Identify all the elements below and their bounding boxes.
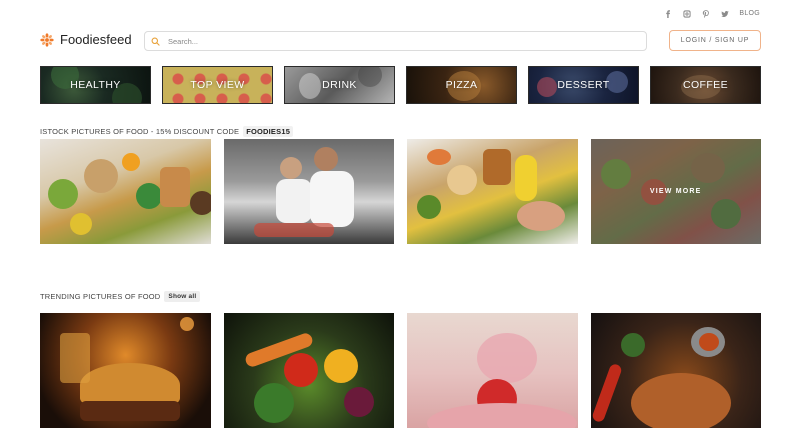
view-more-label[interactable]: VIEW MORE <box>591 139 762 244</box>
login-signup-button[interactable]: LOGIN / SIGN UP <box>669 30 761 51</box>
trending-photo-vegetables[interactable] <box>223 313 394 428</box>
istock-section-heading: ISTOCK PICTURES OF FOOD - 15% DISCOUNT C… <box>40 126 294 137</box>
site-logo[interactable]: Foodiesfeed <box>40 32 132 47</box>
pinterest-icon[interactable] <box>701 9 710 18</box>
trending-title: TRENDING PICTURES OF FOOD <box>40 292 161 301</box>
search-input[interactable] <box>168 36 628 46</box>
blog-link[interactable]: BLOG <box>739 10 760 17</box>
social-links: BLOG <box>663 9 760 18</box>
trending-photo-strawberry-splash[interactable] <box>407 313 578 428</box>
show-all-button[interactable]: Show all <box>164 291 201 302</box>
trending-section-heading: TRENDING PICTURES OF FOOD Show all <box>40 291 201 302</box>
logo-flower-icon <box>40 32 54 47</box>
trending-photo-burger[interactable] <box>40 313 211 428</box>
istock-grid: VIEW MORE <box>40 139 761 244</box>
istock-view-more-tile[interactable]: VIEW MORE <box>590 139 762 244</box>
category-coffee[interactable]: COFFEE <box>650 66 761 104</box>
istock-title: ISTOCK PICTURES OF FOOD - 15% DISCOUNT C… <box>40 127 240 136</box>
istock-photo-protein-spread[interactable] <box>407 139 578 244</box>
category-label: DRINK <box>322 79 357 91</box>
category-healthy[interactable]: HEALTHY <box>40 66 151 104</box>
logo-text: Foodiesfeed <box>60 32 132 47</box>
category-label: DESSERT <box>557 79 610 91</box>
category-top-view[interactable]: TOP VIEW <box>162 66 273 104</box>
istock-photo-chefs-kitchen[interactable] <box>223 139 394 244</box>
facebook-icon[interactable] <box>663 9 672 18</box>
category-pizza[interactable]: PIZZA <box>406 66 517 104</box>
category-dessert[interactable]: DESSERT <box>528 66 639 104</box>
category-label: COFFEE <box>683 79 728 91</box>
category-drink[interactable]: DRINK <box>284 66 395 104</box>
istock-photo-healthy-spread[interactable] <box>40 139 211 244</box>
instagram-icon[interactable] <box>682 9 691 18</box>
search-icon <box>151 37 160 46</box>
trending-grid <box>40 313 761 428</box>
category-bar: HEALTHY TOP VIEW DRINK PIZZA DESSERT COF… <box>40 66 761 104</box>
category-label: PIZZA <box>445 79 478 91</box>
discount-code: FOODIES15 <box>243 126 294 137</box>
category-label: TOP VIEW <box>190 79 245 91</box>
category-label: HEALTHY <box>70 79 121 91</box>
search-bar[interactable] <box>144 31 647 51</box>
twitter-icon[interactable] <box>720 9 729 18</box>
trending-photo-fried-chicken[interactable] <box>590 313 761 428</box>
